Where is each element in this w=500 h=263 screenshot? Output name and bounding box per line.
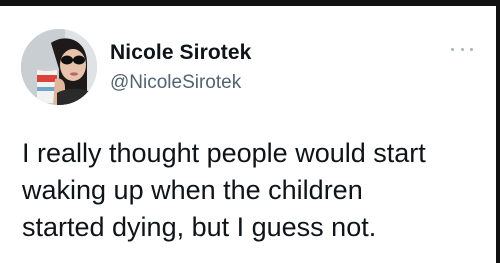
tweet-text-line: started dying, but I guess not. <box>22 212 377 242</box>
top-border <box>0 0 500 6</box>
display-name[interactable]: Nicole Sirotek <box>110 41 251 65</box>
profile-photo-icon <box>21 29 97 105</box>
tweet-card: Nicole Sirotek @NicoleSirotek I really t… <box>0 0 500 263</box>
avatar[interactable] <box>21 29 97 105</box>
user-info: Nicole Sirotek @NicoleSirotek <box>110 41 251 95</box>
right-border <box>496 0 500 263</box>
tweet-text-line: waking up when the children <box>22 175 363 205</box>
more-options-dot <box>470 47 473 51</box>
more-options-dot <box>451 47 454 51</box>
tweet-text: I really thought people would start waki… <box>22 135 487 246</box>
user-handle[interactable]: @NicoleSirotek <box>110 71 251 95</box>
more-options-icon[interactable] <box>451 44 473 54</box>
tweet-text-line: I really thought people would start <box>22 138 426 168</box>
more-options-dot <box>460 47 464 51</box>
